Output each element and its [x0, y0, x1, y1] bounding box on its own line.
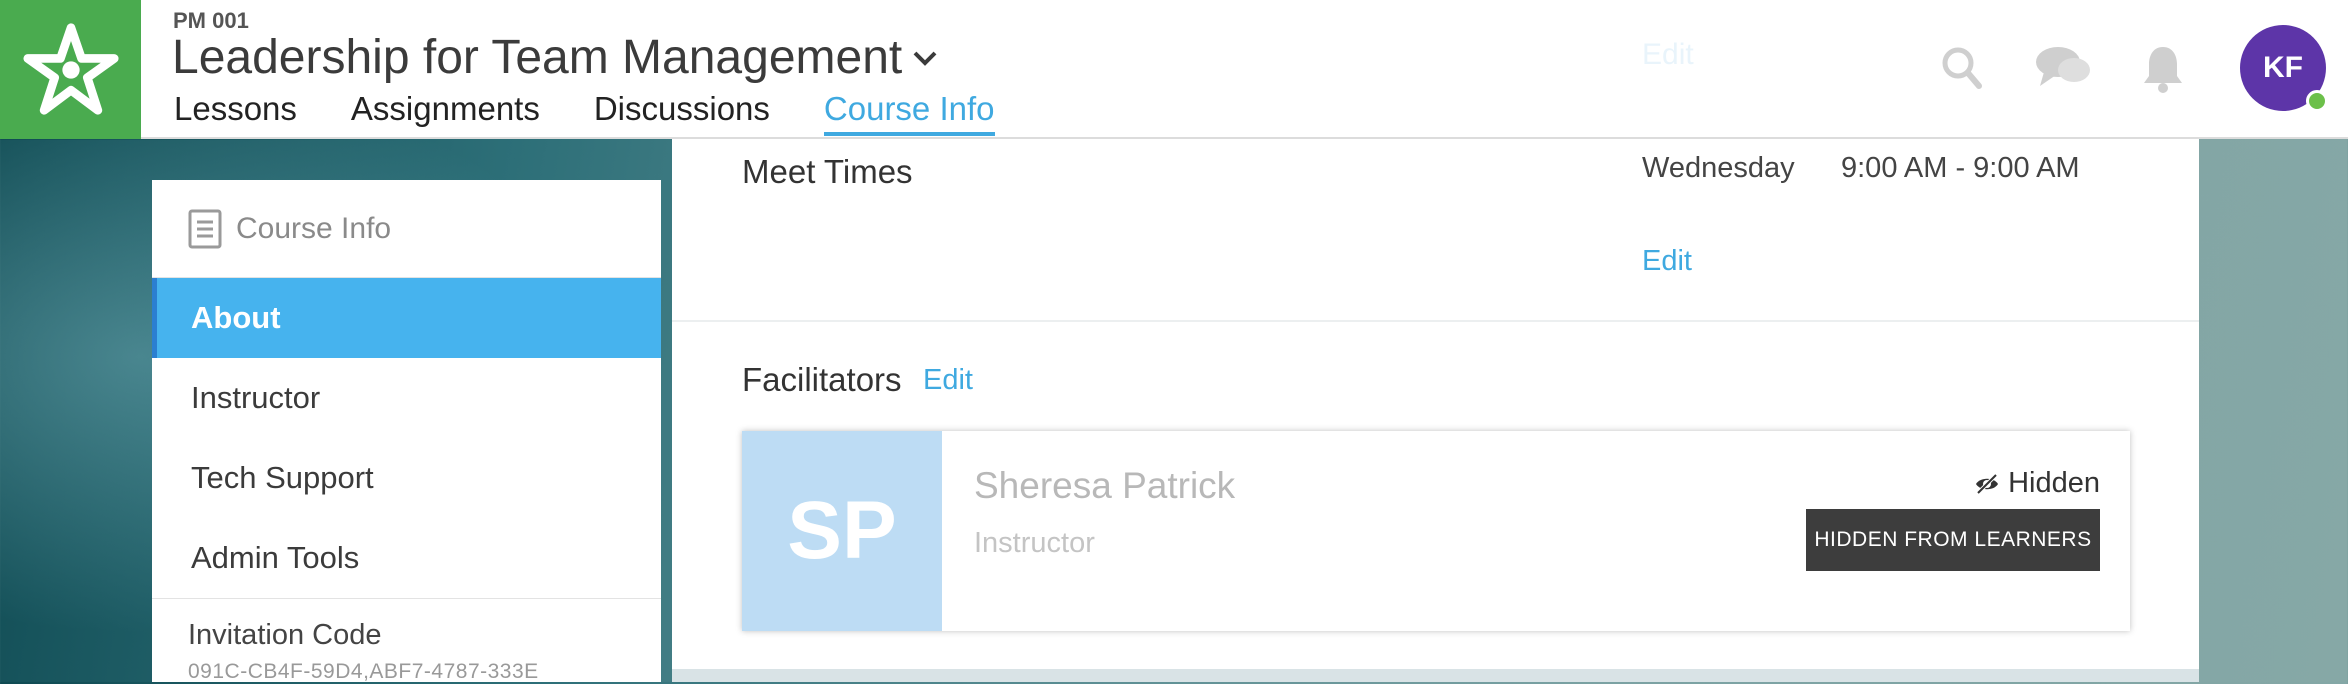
section-divider — [672, 320, 2199, 322]
chat-icon[interactable] — [2034, 44, 2092, 92]
online-status-dot — [2306, 90, 2328, 112]
visibility-label: Hidden — [2008, 467, 2100, 499]
visibility-toggle[interactable]: Hidden — [1974, 467, 2100, 500]
sidebar-item-about[interactable]: About — [152, 278, 661, 358]
meet-times-label: Meet Times — [742, 153, 913, 190]
next-panel-edge — [672, 669, 2199, 682]
invitation-code-value: 091C-CB4F-59D4,ABF7-4787-333E — [188, 660, 539, 683]
tab-course-info[interactable]: Course Info — [823, 90, 995, 136]
tab-lessons[interactable]: Lessons — [174, 90, 297, 134]
main-content: Meet Times Wednesday 9:00 AM - 9:00 AM E… — [672, 139, 2199, 669]
hidden-from-learners-button[interactable]: HIDDEN FROM LEARNERS — [1806, 509, 2100, 571]
meet-day: Wednesday — [1642, 152, 1795, 184]
app-logo[interactable] — [0, 0, 141, 139]
facilitator-card[interactable]: SP Sheresa Patrick Instructor Hidden HID… — [742, 431, 2130, 631]
course-title-dropdown[interactable]: Leadership for Team Management — [172, 30, 938, 85]
tab-assignments[interactable]: Assignments — [351, 90, 540, 134]
facilitator-avatar: SP — [742, 431, 942, 631]
meet-time-range: 9:00 AM - 9:00 AM — [1841, 152, 2080, 184]
invitation-code-label: Invitation Code — [188, 619, 382, 651]
facilitator-name: Sheresa Patrick — [974, 465, 1236, 506]
facilitators-label: Facilitators — [742, 361, 902, 398]
star-logo-icon — [22, 22, 119, 115]
sidebar-header: Course Info — [152, 180, 661, 278]
sidebar-item-tech-support[interactable]: Tech Support — [152, 438, 661, 518]
chevron-down-icon — [913, 51, 937, 66]
course-info-sidebar: Course Info About Instructor Tech Suppor… — [152, 180, 661, 683]
faded-edit-link: Edit — [1642, 38, 1694, 71]
eye-slash-icon — [1976, 473, 1999, 494]
search-icon[interactable] — [1941, 44, 1983, 92]
document-icon — [188, 209, 222, 248]
top-header: PM 001 Leadership for Team Management Le… — [0, 0, 2348, 139]
meet-times-edit-link[interactable]: Edit — [1642, 245, 1692, 278]
sidebar-title: Course Info — [236, 211, 392, 245]
facilitators-edit-link[interactable]: Edit — [923, 364, 973, 397]
sidebar-divider — [152, 598, 661, 599]
facilitator-role: Instructor — [974, 527, 1095, 559]
bell-icon[interactable] — [2141, 44, 2185, 94]
tab-discussions[interactable]: Discussions — [594, 90, 770, 134]
course-nav: Lessons Assignments Discussions Course I… — [174, 90, 1049, 136]
sidebar-item-instructor[interactable]: Instructor — [152, 358, 661, 438]
course-title: Leadership for Team Management — [172, 31, 903, 84]
sidebar-item-admin-tools[interactable]: Admin Tools — [152, 518, 661, 598]
